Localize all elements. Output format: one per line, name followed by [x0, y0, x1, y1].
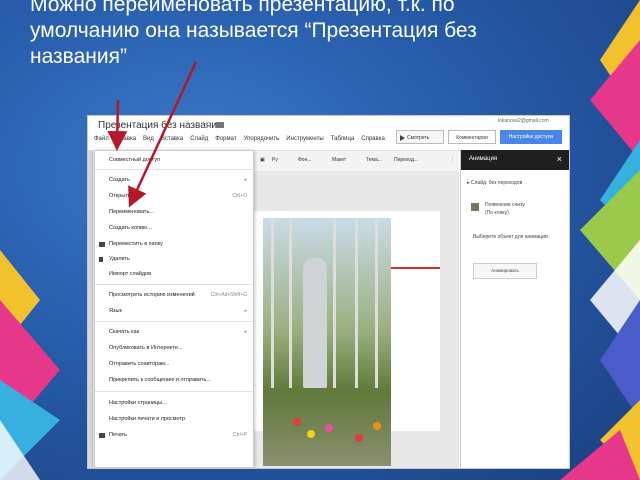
arrow-to-rename — [128, 61, 198, 208]
annotation-arrows — [107, 61, 198, 208]
arrow-to-menu-file — [107, 99, 128, 151]
